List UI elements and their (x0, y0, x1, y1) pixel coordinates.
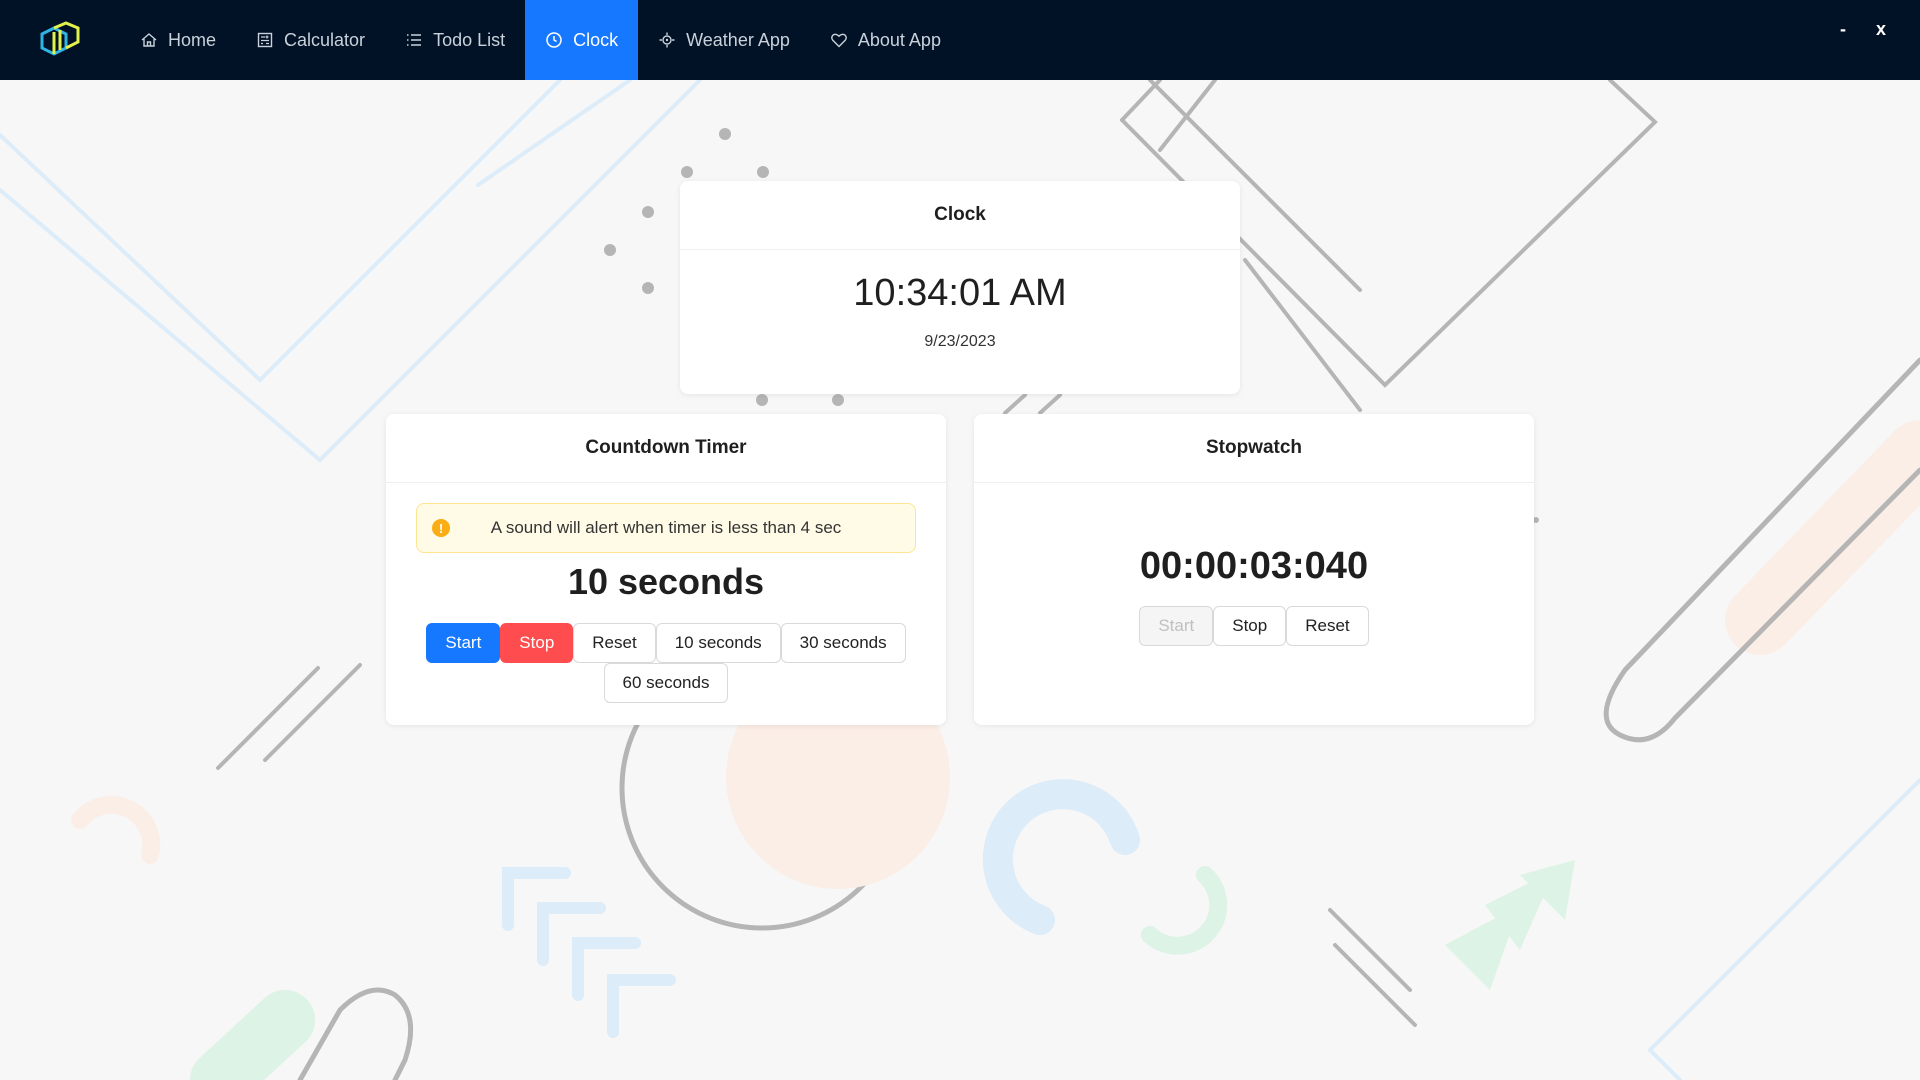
nav-item-weather-app[interactable]: Weather App (638, 0, 810, 80)
nav-label-calculator: Calculator (284, 29, 366, 50)
countdown-reset-button[interactable]: Reset (573, 623, 656, 663)
nav-label-home: Home (168, 29, 217, 50)
nav-label-clock: Clock (573, 29, 619, 50)
countdown-stop-button[interactable]: Stop (500, 623, 574, 663)
app-logo[interactable] (0, 0, 120, 80)
countdown-buttons: Start Stop Reset 10 seconds 30 seconds 6… (424, 623, 908, 703)
nav-item-calculator[interactable]: Calculator (236, 0, 385, 80)
countdown-timer-card: Countdown Timer ! A sound will alert whe… (386, 414, 946, 725)
countdown-start-button[interactable]: Start (426, 623, 501, 663)
stopwatch-reset-button[interactable]: Reset (1286, 606, 1369, 646)
close-button[interactable]: x (1876, 18, 1886, 40)
preset-60-seconds-button[interactable]: 60 seconds (603, 663, 729, 703)
countdown-value: 10 seconds (567, 561, 765, 602)
stopwatch-buttons: Start Stop Reset (1012, 606, 1496, 646)
main-nav: Home Calculator Todo List Clock Weather … (120, 0, 961, 80)
stopwatch-card-title: Stopwatch (974, 414, 1534, 483)
clock-icon (546, 32, 562, 48)
clock-time: 10:34:01 AM (853, 272, 1067, 314)
nav-item-home[interactable]: Home (120, 0, 236, 80)
home-icon (141, 33, 157, 47)
nav-label-todo-list: Todo List (433, 29, 506, 50)
window-controls: - x (1840, 0, 1920, 80)
nav-label-weather-app: Weather App (686, 29, 790, 50)
calculator-icon (257, 32, 273, 48)
countdown-alert-text: A sound will alert when timer is less th… (490, 518, 842, 537)
stopwatch-value: 00:00:03:040 (1139, 545, 1369, 587)
stopwatch-card: Stopwatch 00:00:03:040 Start Stop Reset (974, 414, 1534, 725)
nav-item-about-app[interactable]: About App (810, 0, 961, 80)
list-icon (407, 34, 422, 46)
countdown-alert: ! A sound will alert when timer is less … (416, 503, 916, 553)
minimize-button[interactable]: - (1840, 18, 1846, 40)
countdown-card-title: Countdown Timer (386, 414, 946, 483)
preset-30-seconds-button[interactable]: 30 seconds (780, 623, 906, 663)
top-navigation-bar: Home Calculator Todo List Clock Weather … (0, 0, 1920, 80)
clock-card-title: Clock (680, 181, 1240, 250)
nav-item-todo-list[interactable]: Todo List (385, 0, 525, 80)
clock-date: 9/23/2023 (924, 333, 996, 350)
weather-icon (659, 32, 675, 48)
stopwatch-start-button[interactable]: Start (1139, 606, 1214, 646)
nav-item-clock[interactable]: Clock (525, 0, 639, 80)
clock-card: Clock 10:34:01 AM 9/23/2023 (680, 181, 1240, 394)
warning-icon: ! (432, 519, 450, 537)
stopwatch-stop-button[interactable]: Stop (1213, 606, 1287, 646)
logo-icon (40, 21, 80, 56)
heart-icon (830, 33, 847, 48)
nav-label-about-app: About App (857, 29, 941, 50)
preset-10-seconds-button[interactable]: 10 seconds (655, 623, 781, 663)
